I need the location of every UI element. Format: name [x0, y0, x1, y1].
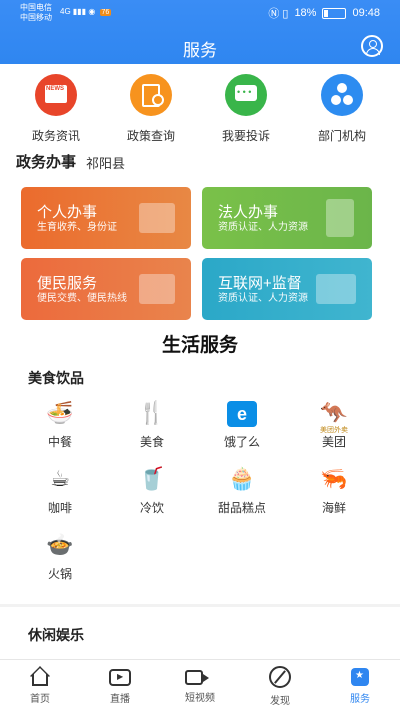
- app-header: 中国电信 中国移动 4G ▮▮▮ ◉ 76 Ⓝ ▯ 18% 09:48 服务: [0, 0, 400, 64]
- live-tv-icon: [109, 669, 131, 686]
- food-item-eleme[interactable]: e 饿了么: [204, 399, 280, 450]
- county-selector[interactable]: 祁阳县: [86, 153, 125, 172]
- signal-badge: 76: [99, 9, 112, 16]
- clock: 09:48: [352, 7, 380, 19]
- monitor-icon: [316, 274, 356, 304]
- nav-discover[interactable]: 发现: [240, 666, 320, 707]
- food-item-meituan[interactable]: 🦘 美团外卖 美团: [296, 399, 372, 450]
- nav-label: 短视频: [185, 693, 215, 704]
- quick-link-org[interactable]: 部门机构: [302, 74, 382, 144]
- food-item-chinese[interactable]: 🍜 中餐: [22, 399, 98, 450]
- card-personal[interactable]: 个人办事 生育收养、身份证: [21, 187, 191, 249]
- status-right: Ⓝ ▯ 18% 09:48: [268, 5, 380, 21]
- food-label: 冷饮: [139, 501, 164, 515]
- entertainment-section: 休闲娱乐: [0, 607, 400, 659]
- food-label: 饿了么: [223, 435, 260, 449]
- card-convenience[interactable]: 便民服务 便民交费、便民热线: [21, 258, 191, 320]
- card-supervision[interactable]: 互联网+监督 资质认证、人力资源: [202, 258, 372, 320]
- nav-live[interactable]: 直播: [80, 666, 160, 705]
- quick-link-label: 我要投诉: [221, 129, 270, 143]
- nav-label: 服务: [350, 694, 370, 705]
- signal-icon: 4G ▮▮▮ ◉ 76: [60, 7, 112, 16]
- shrimp-icon: 🦐: [320, 466, 348, 491]
- food-item-gourmet[interactable]: 🍴 美食: [114, 399, 190, 450]
- fork-knife-icon: 🍴: [138, 400, 166, 425]
- nav-label: 发现: [270, 696, 290, 707]
- food-label: 美食: [139, 435, 164, 449]
- eleme-logo: e: [227, 401, 257, 427]
- food-item-dessert[interactable]: 🧁 甜品糕点: [204, 465, 280, 516]
- eleme-logo-icon: e: [204, 399, 280, 427]
- document-icon: [326, 199, 354, 237]
- food-item-seafood[interactable]: 🦐 海鲜: [296, 465, 372, 516]
- card-title: 便民服务: [37, 275, 98, 292]
- quick-links: 政务资讯 政策查询 我要投诉 部门机构: [0, 74, 400, 143]
- folder-compass-icon: [139, 274, 175, 304]
- main-content: 政务资讯 政策查询 我要投诉 部门机构 政务办事 祁阳县 个人办事 生育收养、身…: [0, 64, 400, 604]
- news-icon: [35, 74, 77, 116]
- cold-drink-icon: 🥤: [138, 466, 166, 491]
- card-legal[interactable]: 法人办事 资质认证、人力资源: [202, 187, 372, 249]
- battery-percent: 18%: [294, 7, 317, 19]
- food-item-hotpot[interactable]: 🍲 火锅: [22, 531, 98, 582]
- quick-link-complaint[interactable]: 我要投诉: [206, 74, 286, 144]
- hotpot-icon: 🍲: [46, 532, 74, 557]
- quick-link-label: 政务资讯: [31, 129, 80, 143]
- food-item-coffee[interactable]: ☕ 咖啡: [22, 465, 98, 516]
- carrier-2: 中国移动: [20, 13, 52, 22]
- service-icon: [351, 668, 369, 686]
- entertainment-category-title: 休闲娱乐: [28, 627, 84, 643]
- policy-search-icon: [130, 74, 172, 116]
- food-label: 火锅: [47, 567, 72, 581]
- nav-label: 直播: [110, 694, 130, 705]
- org-icon: [321, 74, 363, 116]
- nav-service[interactable]: 服务: [320, 666, 400, 705]
- life-section-title: 生活服务: [161, 335, 238, 356]
- network-type: 4G: [60, 7, 71, 16]
- food-label: 海鲜: [321, 501, 346, 515]
- user-profile-icon[interactable]: [361, 35, 383, 57]
- card-subtitle: 生育收养、身份证: [37, 222, 117, 233]
- food-label: 咖啡: [47, 501, 72, 515]
- food-label: 美团: [321, 435, 346, 449]
- discover-icon: [269, 666, 291, 688]
- card-title: 法人办事: [218, 204, 279, 221]
- quick-link-policy[interactable]: 政策查询: [111, 74, 191, 144]
- meituan-kangaroo-icon: 🦘 美团外卖: [296, 399, 372, 434]
- id-card-icon: [139, 203, 175, 233]
- food-label: 甜品糕点: [217, 501, 266, 515]
- bottom-nav: 首页 直播 短视频 发现 服务: [0, 659, 400, 711]
- home-icon: [32, 674, 48, 686]
- coffee-cup-icon: ☕: [50, 466, 70, 491]
- carrier-1: 中国电信: [20, 3, 52, 12]
- food-item-cold-drink[interactable]: 🥤 冷饮: [114, 465, 190, 516]
- card-subtitle: 资质认证、人力资源: [218, 222, 308, 233]
- quick-link-news[interactable]: 政务资讯: [16, 74, 96, 144]
- card-subtitle: 便民交费、便民热线: [37, 293, 127, 304]
- nav-short-video[interactable]: 短视频: [160, 666, 240, 704]
- nav-home[interactable]: 首页: [0, 666, 80, 705]
- food-label: 中餐: [47, 435, 72, 449]
- gov-section-title: 政务办事: [16, 154, 77, 171]
- nav-label: 首页: [30, 694, 50, 705]
- battery-icon: [322, 7, 347, 19]
- cake-icon: 🧁: [228, 466, 256, 491]
- card-title: 个人办事: [37, 204, 98, 221]
- nfc-icon: Ⓝ ▯: [268, 8, 289, 20]
- status-bar: 中国电信 中国移动 4G ▮▮▮ ◉ 76 Ⓝ ▯ 18% 09:48: [0, 0, 400, 26]
- quick-link-label: 部门机构: [317, 129, 366, 143]
- complaint-icon: [225, 74, 267, 116]
- card-title: 互联网+监督: [218, 275, 302, 292]
- quick-link-label: 政策查询: [126, 129, 175, 143]
- noodle-bowl-icon: 🍜: [46, 400, 74, 425]
- carrier-info: 中国电信 中国移动: [20, 3, 52, 23]
- video-camera-icon: [185, 670, 209, 685]
- card-subtitle: 资质认证、人力资源: [218, 293, 308, 304]
- page-title: 服务: [183, 41, 217, 60]
- food-category-title: 美食饮品: [28, 370, 84, 386]
